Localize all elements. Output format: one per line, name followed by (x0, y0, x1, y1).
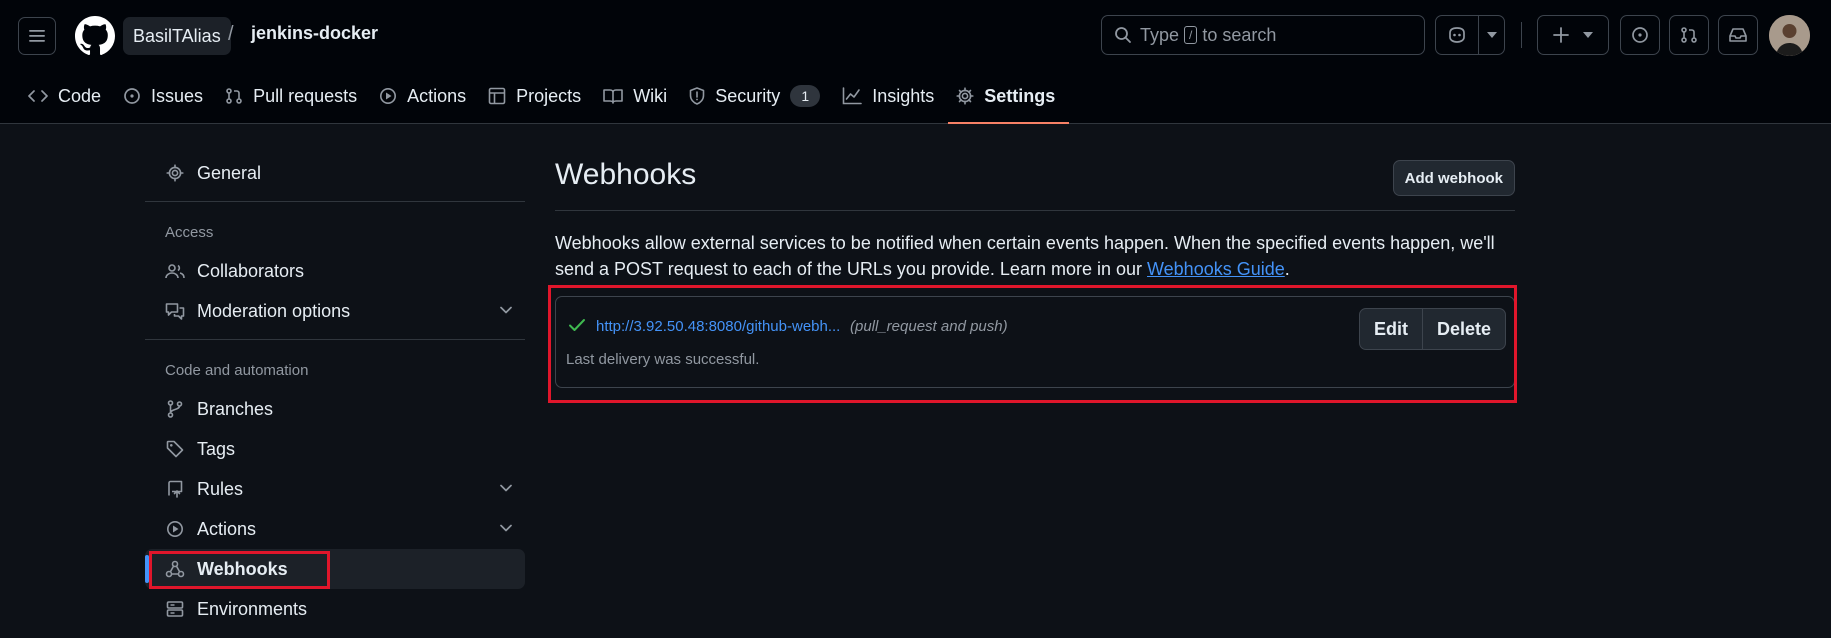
header-divider (1521, 22, 1522, 48)
sidebar-item-rules[interactable]: Rules (145, 469, 525, 509)
breadcrumb-separator: / (228, 23, 234, 45)
sidebar-item-label: Environments (197, 598, 308, 619)
tab-label: Wiki (633, 85, 668, 106)
annotation-highlight-box (548, 285, 1517, 403)
menu-button[interactable] (18, 17, 56, 55)
search-icon (1115, 27, 1131, 43)
tab-security[interactable]: Security 1 (681, 74, 834, 118)
play-icon (167, 521, 183, 537)
sidebar-item-general[interactable]: General (145, 153, 525, 193)
hamburger-icon (29, 30, 45, 42)
tab-pull-requests[interactable]: Pull requests (217, 74, 371, 118)
tab-insights[interactable]: Insights (834, 74, 948, 118)
tab-label: Actions (407, 85, 467, 106)
copilot-dropdown-button[interactable] (1479, 16, 1504, 54)
sidebar-item-environments[interactable]: Environments (145, 589, 525, 629)
issue-icon (124, 88, 140, 104)
sidebar-item-label: Collaborators (197, 260, 305, 281)
chevron-down-icon (500, 524, 512, 532)
description-end: . (1284, 259, 1290, 279)
code-icon (28, 90, 48, 102)
sidebar-divider (145, 339, 525, 340)
gear-icon (166, 164, 184, 182)
sidebar-item-label: Rules (197, 478, 244, 499)
tab-settings[interactable]: Settings (948, 74, 1070, 124)
tag-icon (166, 440, 184, 458)
tab-label: Code (58, 85, 102, 106)
triangle-down-icon (1583, 32, 1593, 38)
global-header: BasilTAlias / jenkins-docker Type / to s… (0, 0, 1831, 124)
pull-requests-button[interactable] (1669, 15, 1709, 55)
sidebar-item-label: General (197, 162, 262, 183)
sidebar-item-collaborators[interactable]: Collaborators (145, 251, 525, 291)
tab-label: Security (715, 85, 781, 106)
sidebar-item-tags[interactable]: Tags (145, 429, 525, 469)
sidebar-item-label: Branches (197, 398, 274, 419)
inbox-button[interactable] (1718, 15, 1758, 55)
repo-tabs: Code Issues Pull requests Actions Projec… (20, 74, 1070, 124)
graph-icon (842, 87, 863, 105)
copilot-icon (1449, 27, 1465, 43)
tab-label: Pull requests (253, 85, 358, 106)
plus-icon (1553, 27, 1569, 43)
github-logo-icon[interactable] (75, 16, 115, 56)
comment-discussion-icon (165, 303, 185, 320)
tab-projects[interactable]: Projects (480, 74, 595, 118)
chevron-down-icon (500, 306, 512, 314)
sidebar-item-label: Moderation options (197, 300, 351, 321)
sidebar-divider (145, 201, 525, 202)
title-divider (555, 210, 1515, 211)
annotation-highlight-box (149, 551, 330, 589)
webhooks-description: Webhooks allow external services to be n… (555, 230, 1515, 282)
tab-label: Issues (151, 85, 204, 106)
search-placeholder-prefix: Type (1140, 24, 1180, 45)
sidebar-item-label: Tags (197, 438, 236, 459)
tab-actions[interactable]: Actions (371, 74, 480, 118)
webhooks-guide-link[interactable]: Webhooks Guide (1147, 259, 1285, 279)
triangle-down-icon (1486, 32, 1497, 38)
tab-wiki[interactable]: Wiki (595, 74, 681, 118)
pull-request-icon (226, 88, 242, 104)
search-placeholder-suffix: to search (1202, 24, 1277, 45)
add-webhook-button[interactable]: Add webhook (1392, 160, 1515, 196)
sidebar-heading-access: Access (165, 224, 214, 241)
sidebar-item-moderation-options[interactable]: Moderation options (145, 291, 525, 331)
inbox-icon (1729, 28, 1747, 42)
tab-code[interactable]: Code (20, 74, 115, 118)
people-icon (165, 264, 185, 279)
gear-icon (956, 87, 974, 105)
description-text: Webhooks allow external services to be n… (555, 233, 1495, 279)
tab-label: Insights (872, 85, 935, 106)
copilot-button-group (1435, 15, 1505, 55)
tab-issues[interactable]: Issues (115, 74, 217, 118)
sidebar-item-label: Actions (197, 518, 257, 539)
tab-label: Settings (984, 85, 1056, 106)
create-new-button[interactable] (1537, 15, 1609, 55)
git-branch-icon (167, 400, 183, 418)
security-counter-badge: 1 (790, 85, 821, 107)
issue-icon (1632, 27, 1648, 43)
search-shortcut-key: / (1184, 26, 1198, 44)
sidebar-heading-code-automation: Code and automation (165, 362, 309, 379)
table-icon (488, 87, 506, 105)
tab-label: Projects (516, 85, 582, 106)
sidebar-item-actions[interactable]: Actions (145, 509, 525, 549)
sidebar-item-branches[interactable]: Branches (145, 389, 525, 429)
repo-name-link[interactable]: jenkins-docker (251, 23, 378, 44)
repo-push-icon (168, 480, 183, 498)
copilot-button[interactable] (1436, 16, 1479, 54)
chevron-down-icon (500, 484, 512, 492)
user-avatar[interactable] (1769, 15, 1810, 56)
shield-icon (689, 87, 705, 105)
play-icon (380, 88, 397, 104)
server-icon (166, 601, 184, 617)
repo-owner-link[interactable]: BasilTAlias (123, 17, 231, 55)
page-title: Webhooks (555, 158, 697, 191)
book-icon (603, 89, 623, 104)
search-input[interactable]: Type / to search (1101, 15, 1425, 55)
pull-request-icon (1681, 27, 1697, 43)
issues-button[interactable] (1620, 15, 1660, 55)
